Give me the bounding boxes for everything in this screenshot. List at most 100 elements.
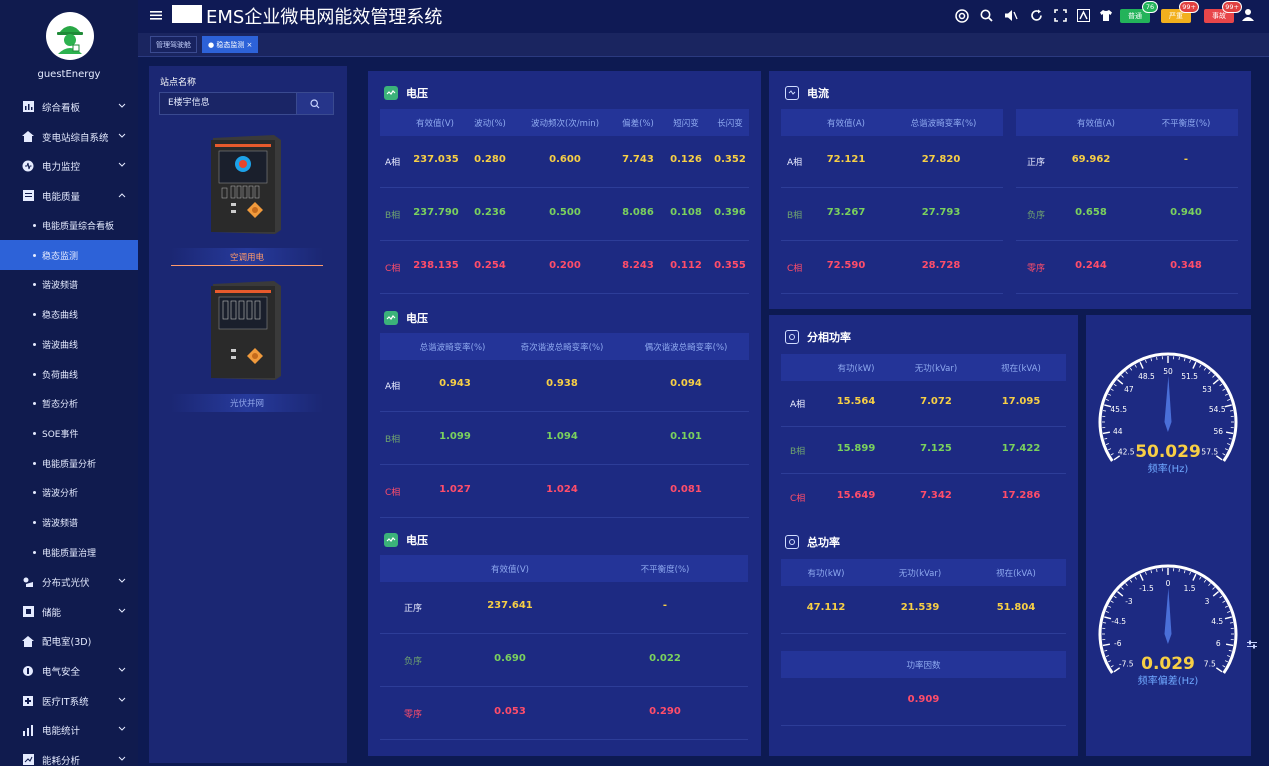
submenu-item[interactable]: SOE事件 xyxy=(0,419,138,449)
device-label-active[interactable]: 空调用电 xyxy=(171,248,323,266)
table-cell: 0.355 xyxy=(714,260,746,271)
table-header: 有效值(A) 总谐波畸变率(%) xyxy=(781,109,1003,136)
current-icon xyxy=(785,86,799,100)
header-cell: 有功(kW) xyxy=(837,364,875,374)
gauge-needle xyxy=(1164,376,1172,432)
badge-count: 99+ xyxy=(1222,1,1242,13)
table-cell: 69.962 xyxy=(1071,154,1111,165)
fullscreen-icon[interactable] xyxy=(1054,9,1067,25)
table-cell: 28.728 xyxy=(921,260,961,271)
table-row: 负序 0.658 0.940 xyxy=(1016,189,1238,241)
submenu-item[interactable]: 电能质量分析 xyxy=(0,448,138,478)
table-cell: 0.126 xyxy=(670,154,702,165)
analysis-icon xyxy=(22,754,34,766)
table-cell: 27.793 xyxy=(921,207,961,218)
submenu-item[interactable]: 暂态分析 xyxy=(0,389,138,419)
theme-shirt-icon[interactable] xyxy=(1099,9,1113,25)
alarm-accident-badge[interactable]: 事故 99+ xyxy=(1204,1,1242,23)
menu-item-substation[interactable]: 变电站综自系统 xyxy=(0,122,138,152)
table-cell: 17.422 xyxy=(1001,443,1041,454)
header-cell: 奇次谐波总畸变率(%) xyxy=(520,343,604,353)
header-cell: 偶次谐波总畸变率(%) xyxy=(644,343,728,353)
menu-label: 能耗分析 xyxy=(42,755,81,766)
table-cell: 47.112 xyxy=(806,602,846,613)
table-cell: 21.539 xyxy=(900,602,940,613)
row-label: B相 xyxy=(787,211,803,221)
search-icon[interactable] xyxy=(980,9,993,25)
table-cell: 237.641 xyxy=(487,600,533,611)
avatar[interactable] xyxy=(46,12,94,60)
menu-item-storage[interactable]: 储能 xyxy=(0,597,138,627)
table-row: C相 15.649 7.342 17.286 xyxy=(781,475,1066,521)
power-meter-device-2[interactable] xyxy=(209,280,284,380)
menu-item-energy-analysis[interactable]: 能耗分析 xyxy=(0,745,138,766)
gauge-minor-tick xyxy=(1125,583,1128,586)
gauge-card: 42.5 44 45.5 47 48.5 50 51.5 53 54.5 56 57.5 50.029… xyxy=(1086,315,1251,756)
power-meter-icon xyxy=(211,135,281,234)
gauge-major-tick xyxy=(1212,379,1220,385)
tab-cockpit[interactable]: 管理驾驶舱 xyxy=(150,36,197,53)
table-cell: 0.244 xyxy=(1075,260,1107,271)
station-select[interactable]: E楼宇信息 xyxy=(159,92,297,115)
row-label: A相 xyxy=(385,382,401,392)
header-cell: 偏差(%) xyxy=(622,119,654,129)
frequency-gauge: 42.5 44 45.5 47 48.5 50 51.5 53 54.5 56 57.550.029… xyxy=(1098,352,1238,475)
gauge-tick-label: 7.5 xyxy=(1204,659,1216,668)
monitor-icon xyxy=(22,160,34,172)
menu-item-pv[interactable]: 分布式光伏 xyxy=(0,567,138,597)
gauge-minor-tick xyxy=(1110,600,1114,603)
menu-item-power-monitor[interactable]: 电力监控 xyxy=(0,151,138,181)
submenu-item[interactable]: 负荷曲线 xyxy=(0,359,138,389)
gauge-minor-tick xyxy=(1178,568,1180,573)
menu-item-electric-safety[interactable]: 电气安全 xyxy=(0,656,138,686)
row-label: A相 xyxy=(787,158,803,168)
submenu-item-active[interactable]: 稳态监测 xyxy=(0,240,138,271)
submenu-item[interactable]: 谐波分析 xyxy=(0,478,138,508)
gauge-major-tick xyxy=(1224,404,1232,408)
submenu-item[interactable]: 稳态曲线 xyxy=(0,300,138,330)
gauge-minor-tick xyxy=(1228,649,1232,652)
submenu-item[interactable]: 谐波频谱 xyxy=(0,270,138,300)
gauge-tick-label: 6 xyxy=(1216,639,1221,648)
submenu-item[interactable]: 谐波频谱 xyxy=(0,508,138,538)
gauge-major-tick xyxy=(1139,361,1144,369)
gauge-minor-tick xyxy=(1212,375,1215,378)
voltage-icon xyxy=(384,533,398,547)
font-size-icon[interactable] xyxy=(1077,9,1090,25)
device-label[interactable]: 光伏并网 xyxy=(171,394,323,412)
settings-slider-icon[interactable] xyxy=(1247,640,1257,653)
row-label: C相 xyxy=(787,264,803,274)
table-cell: 72.590 xyxy=(826,260,866,271)
mute-icon[interactable] xyxy=(1004,9,1018,25)
menu-item-medical-it[interactable]: 医疗IT系统 xyxy=(0,686,138,716)
menu-item-distribution-3d[interactable]: 配电室(3D) xyxy=(0,626,138,656)
menu-label: 分布式光伏 xyxy=(42,577,90,589)
bullet-icon xyxy=(33,372,36,376)
header-cell: 有功(kW) xyxy=(807,569,845,579)
table-row: A相 0.943 0.938 0.094 xyxy=(380,360,749,412)
gauge-minor-tick xyxy=(1227,443,1231,445)
station-search-button[interactable] xyxy=(296,92,334,115)
gauge-major-tick xyxy=(1215,667,1223,673)
table-cell: 0.108 xyxy=(670,207,702,218)
row-label: 零序 xyxy=(1027,264,1046,274)
table-cell: 0.112 xyxy=(670,260,702,271)
submenu-item[interactable]: 电能质量治理 xyxy=(0,537,138,567)
submenu-item[interactable]: 谐波曲线 xyxy=(0,330,138,360)
power-meter-device-1[interactable] xyxy=(209,134,284,234)
alarm-normal-badge[interactable]: 普通 76 xyxy=(1120,1,1158,23)
refresh-icon[interactable] xyxy=(1030,9,1043,25)
menu-item-power-quality[interactable]: 电能质量 xyxy=(0,181,138,211)
alarm-serious-badge[interactable]: 严重 99+ xyxy=(1161,1,1199,23)
gauge-minor-tick xyxy=(1110,453,1114,456)
help-icon[interactable] xyxy=(955,9,969,26)
menu-toggle-icon[interactable] xyxy=(150,9,162,24)
table-row: 负序 0.690 0.022 xyxy=(380,635,748,687)
title-text: 总功率 xyxy=(807,536,840,549)
tab-steady-state[interactable]: ● 稳态监测 × xyxy=(202,36,259,53)
header-cell: 长闪变 xyxy=(717,119,743,129)
user-icon[interactable] xyxy=(1242,8,1254,24)
submenu-item[interactable]: 电能质量综合看板 xyxy=(0,211,138,241)
menu-item-energy-stats[interactable]: 电能统计 xyxy=(0,715,138,745)
menu-item-dashboard[interactable]: 综合看板 xyxy=(0,92,138,122)
